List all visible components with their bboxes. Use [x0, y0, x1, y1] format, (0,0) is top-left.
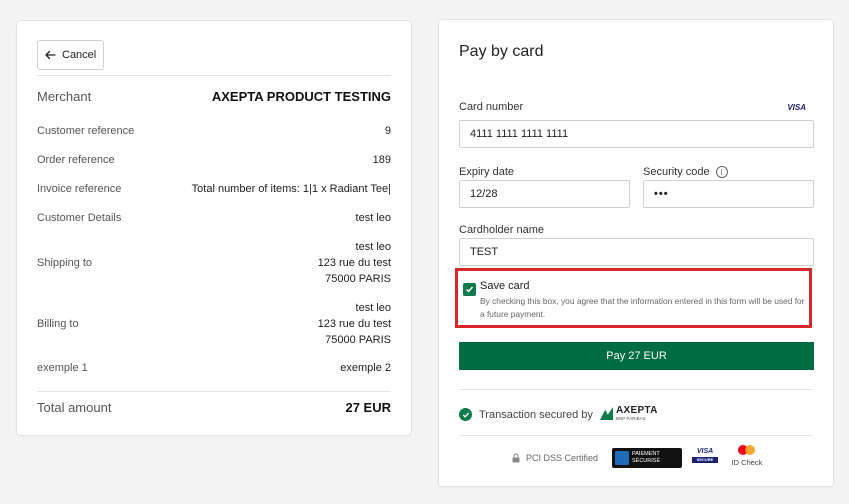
cardholder-name-input[interactable]: TEST	[459, 238, 814, 266]
order-reference-row: Order reference 189	[37, 154, 391, 166]
visa-secure-badge: VISA SECURE	[692, 447, 718, 467]
merchant-row: Merchant AXEPTA PRODUCT TESTING	[37, 89, 391, 104]
extra-row: exemple 1 exemple 2	[37, 362, 391, 374]
axepta-mark-icon	[600, 407, 613, 420]
merchant-label: Merchant	[37, 89, 92, 104]
idcheck-label: ID Check	[731, 458, 763, 467]
customer-details-value: test leo	[355, 212, 391, 224]
axepta-logo: AXEPTA BNP PARIBAS	[600, 406, 658, 421]
save-card-checkbox[interactable]	[463, 283, 476, 296]
customer-details-row: Customer Details test leo	[37, 212, 391, 224]
divider	[459, 435, 813, 436]
transaction-secured-text: Transaction secured by	[479, 409, 593, 421]
pci-badge: PCI DSS Certified	[512, 453, 598, 463]
total-label: Total amount	[37, 400, 112, 415]
divider	[459, 389, 813, 390]
merchant-value: AXEPTA PRODUCT TESTING	[211, 89, 391, 104]
paiement-badge-line1: PAIEMENT	[632, 451, 660, 457]
billing-line: test leo	[355, 302, 391, 314]
order-reference-value: 189	[372, 154, 391, 166]
security-code-input[interactable]: •••	[643, 180, 814, 208]
visa-badge-label: VISA	[696, 448, 714, 455]
billing-line: 75000 PARIS	[325, 334, 391, 346]
mastercard-icon	[738, 445, 756, 455]
pci-text: PCI DSS Certified	[526, 453, 599, 463]
save-card-title: Save card	[480, 280, 530, 292]
axepta-sub: BNP PARIBAS	[616, 416, 646, 421]
paiement-securise-badge: PAIEMENT SÉCURISÉ	[612, 448, 682, 468]
order-summary-card: Cancel Merchant AXEPTA PRODUCT TESTING C…	[16, 20, 412, 436]
cb-logo-icon	[615, 451, 629, 465]
order-reference-label: Order reference	[37, 154, 115, 166]
customer-details-label: Customer Details	[37, 212, 122, 224]
expiry-date-input[interactable]: 12/28	[459, 180, 630, 208]
divider	[37, 391, 391, 392]
extra-label: exemple 1	[37, 362, 88, 374]
shipping-line: test leo	[355, 241, 391, 253]
customer-reference-row: Customer reference 9	[37, 125, 391, 137]
invoice-reference-value: Total number of items: 1|1 x Radiant Tee…	[191, 183, 391, 195]
customer-reference-label: Customer reference	[37, 125, 135, 137]
total-value: 27 EUR	[345, 400, 391, 415]
shipping-address: test leo 123 rue du test 75000 PARIS	[318, 239, 391, 287]
payment-card: Pay by card Card number VISA 4111 1111 1…	[438, 19, 834, 487]
visa-brand-icon: VISA	[787, 103, 806, 112]
card-number-input[interactable]: 4111 1111 1111 1111	[459, 120, 814, 148]
billing-address: test leo 123 rue du test 75000 PARIS	[318, 300, 391, 348]
page-title: Pay by card	[459, 43, 544, 60]
cardholder-name-label: Cardholder name	[459, 224, 544, 236]
billing-label: Billing to	[37, 318, 79, 330]
mastercard-idcheck-badge: ID Check	[729, 445, 765, 467]
visa-badge-sub: SECURE	[692, 457, 718, 463]
paiement-badge-line2: SÉCURISÉ	[632, 458, 661, 464]
extra-value: exemple 2	[340, 362, 391, 374]
total-row: Total amount 27 EUR	[37, 400, 391, 415]
invoice-reference-row: Invoice reference Total number of items:…	[37, 183, 391, 195]
security-code-label-wrap: Security code i	[643, 166, 728, 179]
pay-button[interactable]: Pay 27 EUR	[459, 342, 814, 370]
card-number-label: Card number	[459, 101, 524, 113]
lock-icon	[512, 453, 520, 463]
shipping-label: Shipping to	[37, 257, 93, 269]
cancel-label: Cancel	[62, 49, 97, 61]
checkmark-icon	[465, 286, 474, 293]
info-icon[interactable]: i	[715, 166, 728, 179]
check-circle-icon	[459, 408, 472, 421]
save-card-highlight: Save card By checking this box, you agre…	[455, 268, 812, 328]
arrow-left-icon	[45, 50, 56, 60]
expiry-date-label: Expiry date	[459, 166, 515, 178]
checkmark-icon	[462, 412, 469, 418]
invoice-reference-label: Invoice reference	[37, 183, 122, 195]
divider	[37, 75, 391, 76]
cancel-button[interactable]: Cancel	[37, 40, 104, 70]
billing-line: 123 rue du test	[317, 318, 391, 330]
shipping-line: 123 rue du test	[317, 257, 391, 269]
shipping-line: 75000 PARIS	[325, 273, 391, 285]
save-card-description: By checking this box, you agree that the…	[480, 296, 805, 319]
customer-reference-value: 9	[384, 125, 391, 137]
axepta-name: AXEPTA	[616, 405, 658, 416]
security-code-label: Security code	[643, 166, 710, 178]
